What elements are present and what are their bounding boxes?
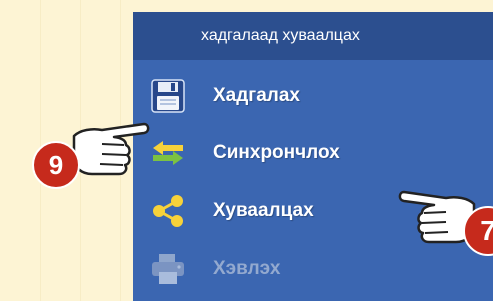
panel-title: хадгалаад хуваалцах [133,12,493,60]
menu-item-sync[interactable]: Синхрончлох [133,128,493,178]
menu-item-save[interactable]: Хадгалах [133,71,493,121]
sync-arrows-icon [148,133,188,173]
printer-icon [148,249,188,289]
menu-item-label: Хэвлэх [213,258,281,279]
floppy-disk-icon [148,76,188,116]
share-icon [148,191,188,231]
pointing-hand-icon [72,122,150,176]
menu-item-print[interactable]: Хэвлэх [133,244,493,294]
menu-item-label: Хадгалах [213,85,300,106]
menu-item-label: Хуваалцах [213,200,314,221]
callout-badge: 9 [32,141,80,189]
menu-item-label: Синхрончлох [213,142,340,163]
save-share-panel: хадгалаад хуваалцах Хадгалах Синхрончлох [133,12,493,301]
